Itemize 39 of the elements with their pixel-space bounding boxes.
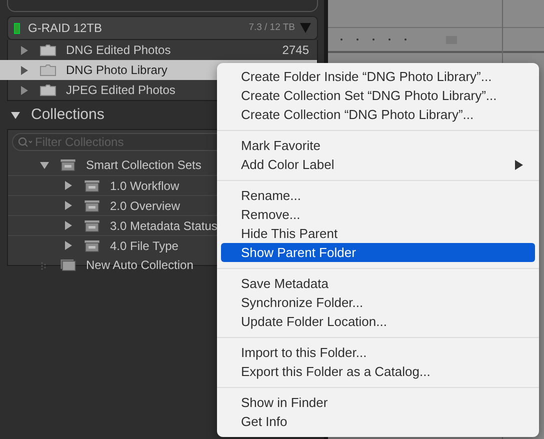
collection-set-icon xyxy=(84,240,100,252)
folder-name: JPEG Edited Photos xyxy=(66,82,176,99)
collection-icon xyxy=(60,259,76,271)
collection-set-icon xyxy=(60,159,76,171)
collection-name: 2.0 Overview xyxy=(110,198,180,214)
folder-icon xyxy=(40,44,56,56)
menu-item[interactable]: Create Collection “DNG Photo Library”... xyxy=(221,105,535,124)
menu-item[interactable]: Get Info xyxy=(221,412,535,431)
menu-item[interactable]: Show Parent Folder xyxy=(221,243,535,262)
folder-name: DNG Edited Photos xyxy=(66,42,171,59)
menu-item[interactable]: Create Collection Set “DNG Photo Library”... xyxy=(221,86,535,105)
volume-name: G-RAID 12TB xyxy=(28,20,102,37)
collection-name: 1.0 Workflow xyxy=(110,178,180,194)
folder-icon xyxy=(40,64,56,76)
folder-row[interactable]: DNG Edited Photos 2745 xyxy=(8,40,317,60)
collection-name: New Auto Collection xyxy=(86,257,194,274)
menu-item[interactable]: Save Metadata xyxy=(221,274,535,293)
menu-item[interactable]: Show in Finder xyxy=(221,393,535,412)
menu-item[interactable]: Import to this Folder... xyxy=(221,343,535,362)
collection-name: Smart Collection Sets xyxy=(86,157,202,174)
section-title: Collections xyxy=(31,104,104,125)
menu-item[interactable]: Add Color Label xyxy=(221,155,535,174)
volume-usage: 7.3 / 12 TB xyxy=(248,20,295,35)
menu-item[interactable]: Update Folder Location... xyxy=(221,312,535,331)
collection-set-icon xyxy=(84,180,100,192)
folder-count: 2745 xyxy=(282,42,309,59)
expand-triangle-icon xyxy=(20,66,29,74)
folder-name: DNG Photo Library xyxy=(66,62,168,79)
collection-name: 3.0 Metadata Status xyxy=(110,218,218,234)
expand-triangle-icon xyxy=(20,46,29,54)
menu-item[interactable]: Export this Folder as a Catalog... xyxy=(221,362,535,381)
collection-name: 4.0 File Type xyxy=(110,238,178,254)
volume-header[interactable]: G-RAID 12TB 7.3 / 12 TB xyxy=(7,16,318,40)
expand-triangle-icon xyxy=(20,86,29,94)
collection-set-icon xyxy=(84,220,100,232)
folder-icon xyxy=(40,84,56,96)
status-light-icon xyxy=(14,22,20,34)
collection-set-icon xyxy=(84,200,100,212)
menu-item[interactable]: Synchronize Folder... xyxy=(221,293,535,312)
